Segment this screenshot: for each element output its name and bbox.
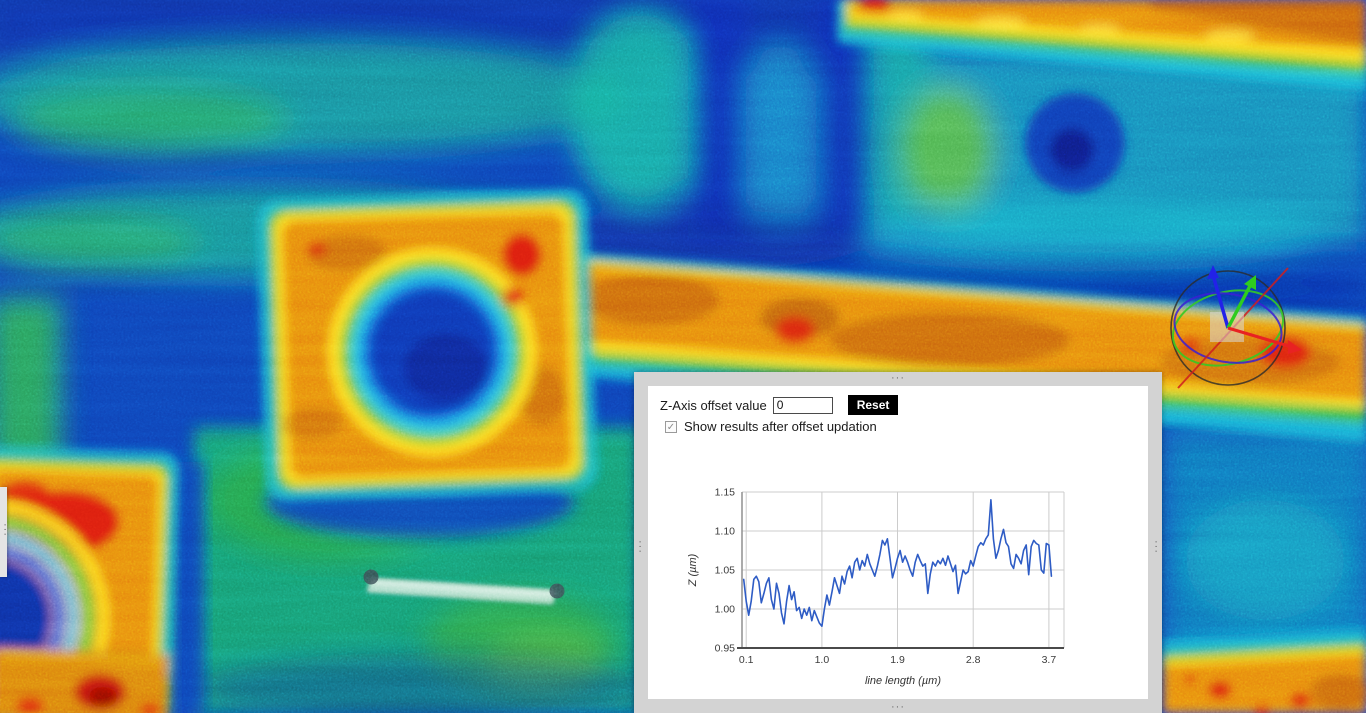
profile-chart-svg: 0.1 1.0 1.9 2.8 3.7 1.15 1.10 1.05 1.00 0.95 line …: [682, 485, 1079, 698]
svg-text:1.00: 1.00: [715, 604, 736, 616]
z-offset-input[interactable]: [773, 397, 833, 414]
offset-control-row: Z-Axis offset value Reset: [660, 395, 898, 415]
show-results-checkbox[interactable]: ✓: [665, 421, 677, 433]
svg-text:line length (µm): line length (µm): [865, 675, 941, 687]
svg-text:3.7: 3.7: [1042, 654, 1057, 666]
svg-text:1.15: 1.15: [715, 487, 736, 499]
svg-text:1.10: 1.10: [715, 526, 736, 538]
offset-panel-body: Z-Axis offset value Reset ✓ Show results…: [648, 386, 1148, 699]
drag-handle-icon[interactable]: ···: [891, 702, 905, 712]
drag-handle-icon[interactable]: ···: [891, 373, 905, 383]
svg-text:1.05: 1.05: [715, 565, 736, 577]
offset-label: Z-Axis offset value: [660, 398, 767, 413]
svg-text:2.8: 2.8: [966, 654, 981, 666]
svg-text:0.95: 0.95: [715, 643, 736, 655]
drag-handle-icon[interactable]: ···: [0, 523, 10, 537]
docked-panel-edge[interactable]: ···: [0, 487, 7, 577]
profile-chart: 0.1 1.0 1.9 2.8 3.7 1.15 1.10 1.05 1.00 0.95 line …: [682, 485, 1079, 698]
drag-handle-icon[interactable]: ···: [635, 540, 645, 554]
svg-text:1.0: 1.0: [815, 654, 830, 666]
surface-viewport[interactable]: ··· ··· ··· ··· ··· Z-Axis offset value …: [0, 0, 1366, 713]
offset-panel: ··· ··· ··· ··· Z-Axis offset value Rese…: [634, 372, 1162, 713]
reset-button[interactable]: Reset: [848, 395, 899, 415]
svg-text:1.9: 1.9: [890, 654, 905, 666]
svg-text:Z (µm): Z (µm): [687, 553, 699, 587]
svg-text:0.1: 0.1: [739, 654, 754, 666]
show-results-row: ✓ Show results after offset updation: [665, 419, 877, 434]
drag-handle-icon[interactable]: ···: [1151, 540, 1161, 554]
show-results-label: Show results after offset updation: [684, 419, 877, 434]
